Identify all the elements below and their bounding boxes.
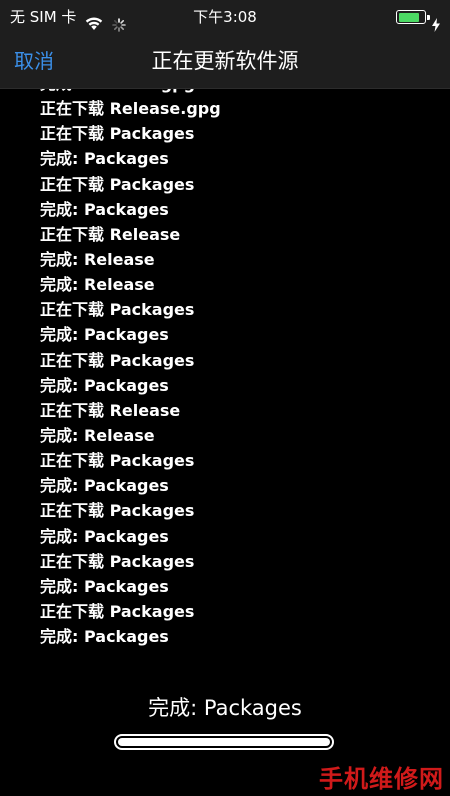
- progress-bar: [114, 734, 334, 750]
- log-line: 正在下载 Packages: [40, 501, 195, 521]
- log-line: 完成: Release.gpg: [40, 89, 221, 96]
- log-line: 完成: Packages: [40, 627, 169, 647]
- status-time: 下午3:08: [193, 8, 257, 26]
- screen: 无 SIM 卡 下午3:08 取消 正在更新软件源 正在下载 Release.g…: [0, 0, 450, 796]
- log-line: 正在下载 Packages: [40, 601, 195, 621]
- log-line: 正在下载 Release: [40, 400, 181, 420]
- watermark: 手机维修网: [319, 765, 444, 793]
- progress-fill: [118, 738, 330, 746]
- log-line: 正在下载 Packages: [40, 551, 195, 571]
- battery-nub: [427, 14, 430, 20]
- log-line: 完成: Release: [40, 249, 155, 269]
- log-line: 完成: Release: [40, 425, 155, 445]
- log-line: 完成: Packages: [40, 375, 169, 395]
- log-line: 正在下载 Packages: [40, 174, 195, 194]
- log-line: 完成: Release: [40, 275, 155, 295]
- status-bar: 无 SIM 卡 下午3:08: [0, 0, 450, 34]
- log-list[interactable]: 完成: Release.gpg 正在下载 Release.gpg 正在下载 Pack…: [0, 89, 450, 663]
- log-line: 完成: Packages: [40, 526, 169, 546]
- log-line: 正在下载 Release.gpg: [40, 99, 221, 119]
- log-line: 完成: Packages: [40, 576, 169, 596]
- charge-icon: [432, 10, 440, 32]
- log-line: 正在下载 Packages: [40, 124, 195, 144]
- log-line: 完成: Packages: [40, 199, 169, 219]
- log-lines: 完成: Release.gpg 正在下载 Release.gpg 正在下载 Pack…: [40, 89, 221, 649]
- log-line: 正在下载 Packages: [40, 300, 195, 320]
- battery-icon: [396, 10, 430, 24]
- nav-bar: 取消 正在更新软件源: [0, 34, 450, 89]
- log-line: 完成: Packages: [40, 325, 169, 345]
- log-line: 正在下载 Packages: [40, 350, 195, 370]
- current-status: 完成: Packages: [148, 696, 302, 720]
- log-line: 正在下载 Release: [40, 224, 181, 244]
- page-title: 正在更新软件源: [151, 49, 299, 73]
- log-line: 完成: Packages: [40, 476, 169, 496]
- battery-fill: [398, 12, 419, 22]
- status-right: [396, 0, 440, 34]
- log-line: 正在下载 Packages: [40, 451, 195, 471]
- log-line: 完成: Packages: [40, 149, 169, 169]
